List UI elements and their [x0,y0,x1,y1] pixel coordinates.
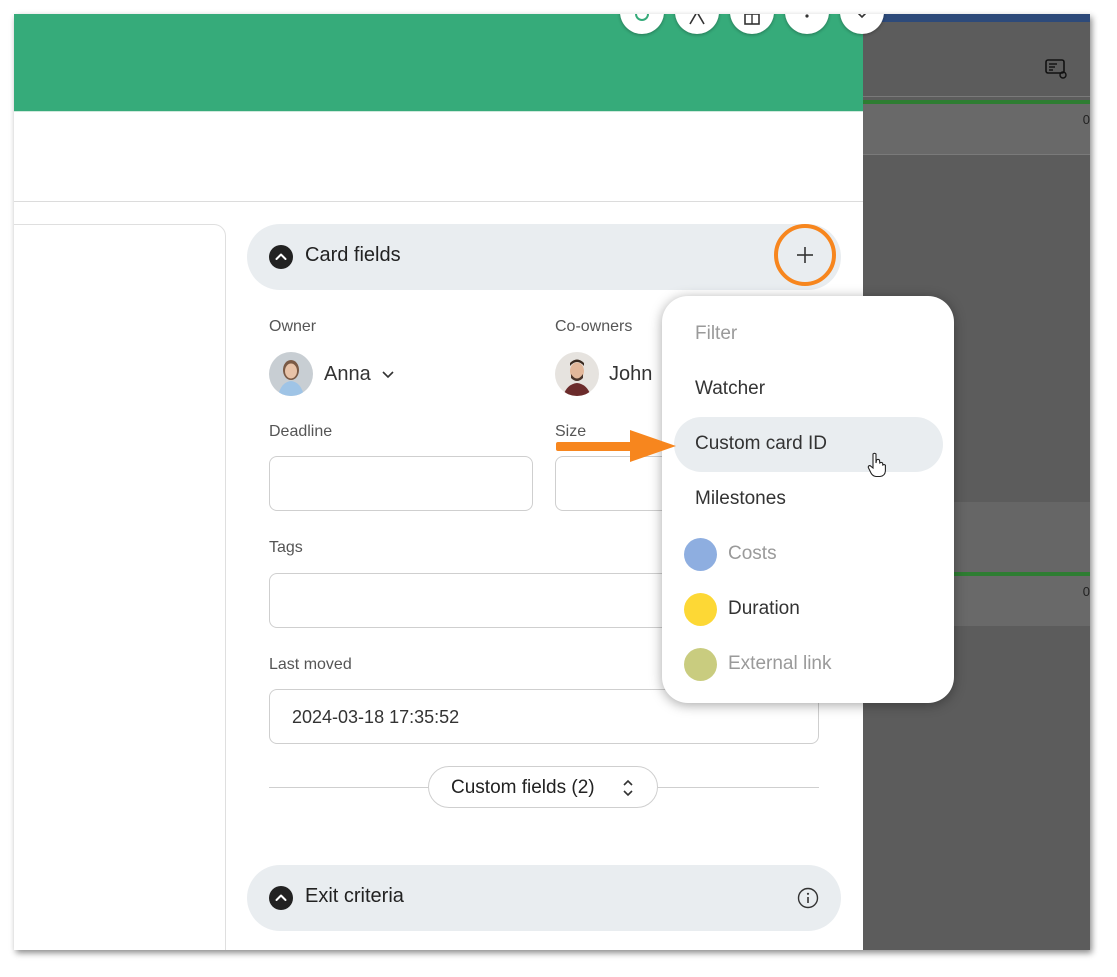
deadline-field[interactable] [269,456,533,511]
menu-item-label: Costs [728,543,777,564]
modal-header [14,14,884,111]
app-window: 0 0 Card fields Owner Anna Co-owners Joh… [14,14,1090,950]
layout-icon [744,14,760,25]
menu-item-label: Milestones [695,488,786,509]
plus-icon [797,247,813,263]
menu-item-label: Filter [695,323,738,344]
sort-updown-icon [623,779,633,797]
info-icon[interactable] [797,887,819,909]
menu-item-milestones[interactable]: Milestones [674,472,943,527]
menu-item-costs: Costs [674,527,943,582]
board-divider [863,96,1090,97]
external-link-color-dot [684,648,717,681]
header-divider [14,111,863,112]
menu-item-external-link: External link [674,637,943,692]
row-count: 0 [1082,112,1090,127]
owner-avatar[interactable] [269,352,313,396]
menu-item-label: Duration [728,598,800,619]
add-field-menu: Filter Watcher Custom card ID Milestones… [662,296,954,703]
arrow-icon [556,430,676,462]
menu-item-custom-card-id[interactable]: Custom card ID [674,417,943,472]
row-count: 0 [1082,584,1090,599]
custom-fields-label: Custom fields (2) [451,777,595,798]
custom-fields-toggle[interactable]: Custom fields (2) [428,766,658,808]
close-icon [857,14,867,19]
coowners-label: Co-owners [555,318,633,335]
top-nav-bar [863,14,1090,22]
collapse-chevron-icon[interactable] [269,245,293,269]
pointer-hand-icon [867,452,886,478]
menu-item-label: Watcher [695,378,766,399]
board-row: 0 [863,104,1090,154]
more-options-button[interactable] [785,14,829,34]
blocker-button[interactable] [675,14,719,34]
menu-item-label: External link [728,653,832,674]
collapse-chevron-icon[interactable] [269,886,293,910]
board-divider [863,154,1090,155]
palette-icon [635,14,649,21]
menu-item-label: Custom card ID [695,433,827,454]
duration-color-dot [684,593,717,626]
card-description-pane [14,224,226,950]
section-divider [14,201,863,202]
coowner-avatar[interactable] [555,352,599,396]
board-settings-icon[interactable] [1043,56,1069,82]
last-moved-label: Last moved [269,656,352,673]
coowner-name[interactable]: John [609,363,652,386]
card-fields-title: Card fields [305,244,401,266]
more-vertical-icon [805,14,809,18]
color-button[interactable] [620,14,664,34]
chevron-down-icon[interactable] [381,367,395,381]
card-fields-header[interactable]: Card fields [247,224,841,290]
menu-item-duration[interactable]: Duration [674,582,943,637]
costs-color-dot [684,538,717,571]
tags-label: Tags [269,539,303,556]
exit-criteria-title: Exit criteria [305,885,404,907]
owner-label: Owner [269,318,317,335]
deadline-label: Deadline [269,423,333,440]
menu-item-watcher[interactable]: Watcher [674,362,943,417]
layout-button[interactable] [730,14,774,34]
menu-item-filter[interactable]: Filter [674,307,943,362]
exit-criteria-header[interactable]: Exit criteria [247,865,841,931]
owner-name[interactable]: Anna [324,363,371,386]
warning-icon [689,14,705,25]
last-moved-value: 2024-03-18 17:35:52 [292,707,460,727]
add-card-field-button[interactable] [774,224,836,286]
